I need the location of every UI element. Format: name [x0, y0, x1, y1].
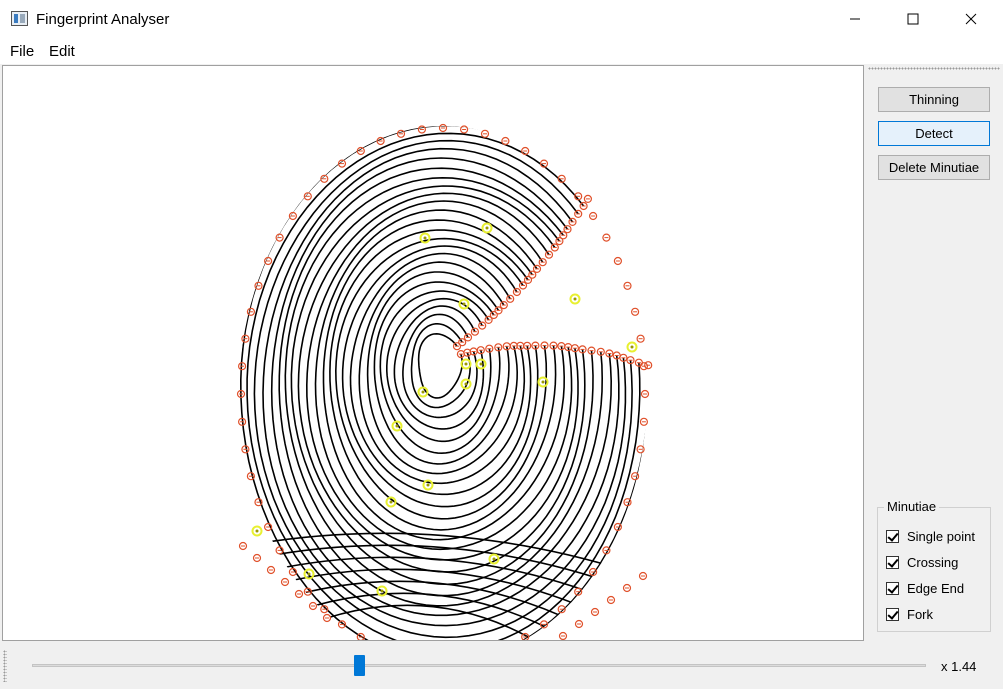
checkbox-edge-end[interactable] — [886, 581, 899, 595]
delete-minutiae-button[interactable]: Delete Minutiae — [878, 155, 990, 180]
fork-marker-center — [492, 557, 496, 561]
fork-marker-center — [380, 589, 384, 593]
checkbox-crossing[interactable] — [886, 555, 899, 569]
fork-marker-center — [479, 362, 483, 366]
maximize-icon — [907, 13, 919, 25]
single-point-label: Single point — [907, 528, 975, 544]
fork-marker-center — [423, 236, 427, 240]
minimize-icon — [850, 18, 860, 20]
fingerprint-canvas[interactable] — [2, 65, 864, 641]
side-panel: Thinning Detect Delete Minutiae Minutiae… — [866, 65, 1003, 641]
minutiae-group-title: Minutiae — [884, 499, 940, 514]
crossing-label: Crossing — [907, 554, 959, 570]
fork-marker-center — [464, 382, 468, 386]
fork-marker-center — [464, 362, 468, 366]
single-point-checkbox[interactable]: Single point — [886, 527, 975, 545]
fork-marker-center — [630, 345, 634, 349]
minutiae-group: Minutiae Single point Crossing Edge End … — [877, 499, 991, 632]
menu-edit[interactable]: Edit — [49, 43, 75, 60]
toolbar-grip[interactable] — [3, 650, 7, 682]
fork-marker-center — [395, 424, 399, 428]
ridge-line — [329, 229, 557, 531]
fork-marker-center — [255, 529, 259, 533]
zoom-slider-track[interactable] — [32, 664, 926, 667]
ridge-line — [349, 252, 532, 496]
fork-marker-center — [307, 572, 311, 576]
ridge-line — [314, 209, 573, 551]
ridge-line — [298, 580, 580, 625]
title-bar: Fingerprint Analyser — [0, 0, 1003, 38]
edge-end-label: Edge End — [907, 580, 965, 596]
edge-end-checkbox[interactable]: Edge End — [886, 579, 964, 597]
menu-file[interactable]: File — [10, 43, 34, 60]
fork-marker-center — [426, 483, 430, 487]
checkbox-fork[interactable] — [886, 607, 899, 621]
fork-marker-center — [485, 226, 489, 230]
checkbox-single-point[interactable] — [886, 529, 899, 543]
window-title: Fingerprint Analyser — [36, 11, 170, 28]
fork-marker-center — [541, 380, 545, 384]
close-button[interactable] — [942, 0, 1000, 38]
fork-marker-center — [462, 302, 466, 306]
fingerprint-app-icon — [11, 11, 28, 26]
zoom-level-label: x 1.44 — [941, 659, 977, 674]
detect-button[interactable]: Detect — [878, 121, 990, 146]
ridge-line — [366, 271, 519, 475]
ridge-line — [402, 313, 478, 419]
thinning-button[interactable]: Thinning — [878, 87, 990, 112]
fingerprint-image — [236, 123, 653, 640]
menu-bar: File Edit — [0, 38, 1003, 64]
dock-grip[interactable] — [868, 67, 1000, 70]
fork-marker-center — [573, 297, 577, 301]
fork-label: Fork — [907, 606, 933, 622]
zoom-bar: x 1.44 — [0, 642, 1003, 689]
zoom-slider-handle[interactable] — [354, 655, 366, 676]
maximize-button[interactable] — [884, 0, 942, 38]
minimize-button[interactable] — [826, 0, 884, 38]
fork-marker-center — [389, 500, 393, 504]
fork-marker-center — [421, 390, 425, 394]
crossing-checkbox[interactable]: Crossing — [886, 553, 958, 571]
fork-checkbox[interactable]: Fork — [886, 605, 933, 623]
close-icon — [965, 13, 977, 25]
